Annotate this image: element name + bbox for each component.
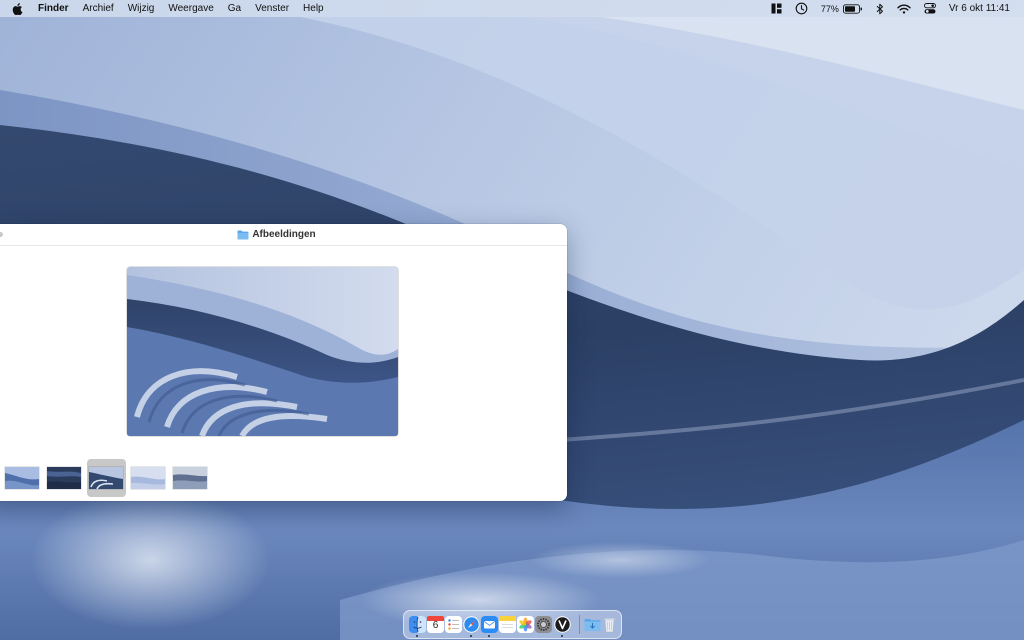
- window-control-icon[interactable]: [0, 232, 3, 237]
- mail-running-indicator: [488, 635, 490, 637]
- battery-icon: [842, 3, 862, 14]
- safari-running-indicator: [470, 635, 472, 637]
- trash-icon[interactable]: [601, 616, 618, 633]
- notes-icon[interactable]: [499, 616, 516, 633]
- menu-clock[interactable]: Vr 6 okt 11:41: [949, 3, 1010, 14]
- menu-ga[interactable]: Ga: [228, 3, 241, 14]
- wifi-icon[interactable]: [897, 3, 911, 14]
- reminders-icon[interactable]: [445, 616, 462, 633]
- photos-icon[interactable]: [517, 616, 534, 633]
- image-preview[interactable]: [127, 267, 398, 436]
- battery-percent: 77%: [820, 3, 839, 14]
- menu-wijzig[interactable]: Wijzig: [128, 3, 155, 14]
- window-title: Afbeeldingen: [252, 229, 316, 240]
- downloads-folder-icon[interactable]: [584, 616, 601, 633]
- finder-icon[interactable]: [409, 616, 426, 633]
- time-machine-icon[interactable]: [795, 2, 808, 15]
- system-settings-icon[interactable]: [535, 616, 552, 633]
- dock: 6: [403, 610, 622, 639]
- folder-icon: [237, 230, 249, 239]
- menu-weergave[interactable]: Weergave: [168, 3, 213, 14]
- calendar-icon[interactable]: 6: [427, 616, 444, 633]
- apple-icon[interactable]: [12, 2, 23, 15]
- preview-window: Afbeeldingen: [0, 224, 567, 501]
- control-center-icon[interactable]: [923, 3, 936, 14]
- window-layout-icon[interactable]: [771, 3, 782, 14]
- menu-venster[interactable]: Venster: [255, 3, 289, 14]
- menu-archief[interactable]: Archief: [83, 3, 114, 14]
- calendar-day: 6: [432, 620, 439, 631]
- thumbnail-4[interactable]: [131, 467, 165, 489]
- menu-bar: Finder Archief Wijzig Weergave Ga Venste…: [0, 0, 1024, 17]
- menu-help[interactable]: Help: [303, 3, 324, 14]
- thumbnail-3[interactable]: [89, 467, 123, 489]
- bluetooth-icon[interactable]: [876, 3, 884, 15]
- finder-running-indicator: [416, 635, 418, 637]
- menu-app-name[interactable]: Finder: [38, 3, 69, 14]
- thumbnail-5[interactable]: [173, 467, 207, 489]
- dock-separator: [579, 615, 580, 634]
- mail-icon[interactable]: [481, 616, 498, 633]
- thumbnail-2[interactable]: [47, 467, 81, 489]
- thumbnail-1[interactable]: [5, 467, 39, 489]
- safari-icon[interactable]: [463, 616, 480, 633]
- window-titlebar[interactable]: Afbeeldingen: [0, 224, 567, 246]
- battery-status[interactable]: 77%: [821, 4, 863, 14]
- vectorworks-icon[interactable]: [554, 616, 571, 633]
- vectorworks-running-indicator: [561, 635, 563, 637]
